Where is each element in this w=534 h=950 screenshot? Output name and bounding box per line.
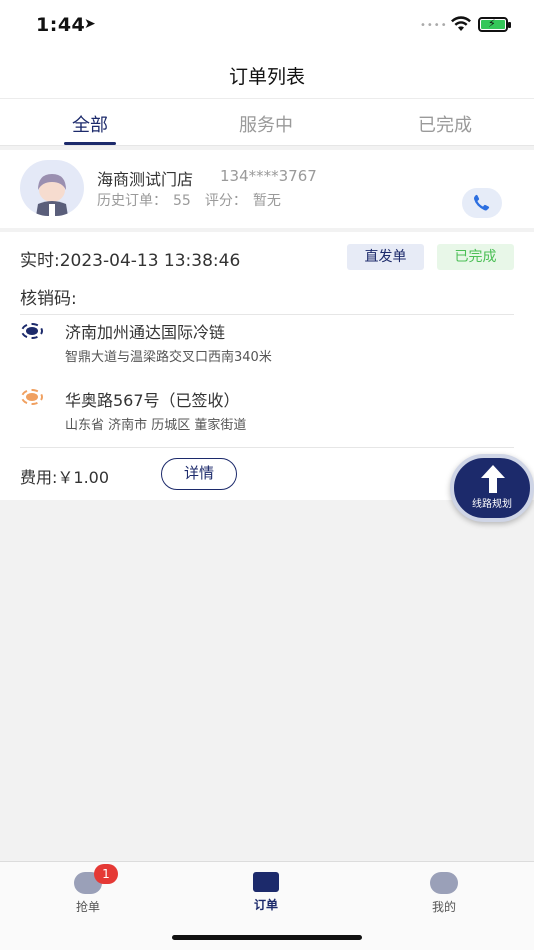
order-fee: 费用:￥1.00	[20, 468, 110, 487]
history-count: 55	[173, 193, 191, 209]
order-time: 实时:2023-04-13 13:38:46	[20, 251, 241, 271]
divider	[20, 447, 514, 448]
dropoff-address-title: 华奥路567号（已签收）	[65, 391, 240, 410]
order-card[interactable]: 实时:2023-04-13 13:38:46 直发单 已完成 核销码: 济南加州…	[0, 232, 534, 500]
dropoff-point-icon	[21, 389, 43, 405]
wifi-icon	[451, 16, 471, 31]
store-phone: 134****3767	[220, 167, 317, 185]
tabbar-label-mine: 我的	[431, 900, 456, 914]
order-tabs: 全部 服务中 已完成	[0, 98, 534, 146]
divider	[20, 314, 514, 315]
location-arrow-icon: ➤	[84, 16, 96, 32]
rating-value: 暂无	[252, 193, 281, 209]
pickup-point-icon	[21, 323, 43, 339]
route-planning-button[interactable]: 线路规划	[450, 454, 534, 522]
store-history: 历史订单： 55 评分： 暂无	[97, 190, 287, 210]
tabbar-label-grab: 抢单	[75, 900, 100, 914]
status-bar: 1:44 ➤ •••• ⚡	[0, 0, 534, 50]
page-title: 订单列表	[228, 66, 305, 88]
phone-icon	[474, 194, 490, 211]
call-button[interactable]	[462, 188, 502, 218]
arrow-up-icon	[481, 465, 505, 493]
cellular-signal-icon: ••••	[420, 20, 448, 31]
detail-button[interactable]: 详情	[161, 458, 237, 490]
avatar	[20, 160, 84, 216]
pickup-address-detail: 智鼎大道与温梁路交叉口西南340米	[65, 350, 272, 365]
battery-icon: ⚡	[478, 17, 511, 32]
tab-in-service[interactable]: 服务中	[206, 111, 326, 137]
tab-all[interactable]: 全部	[30, 111, 150, 137]
store-name: 海商测试门店	[97, 170, 194, 189]
rating-label: 评分：	[204, 193, 247, 209]
notification-badge: 1	[94, 864, 118, 884]
store-card: 海商测试门店 134****3767 历史订单： 55 评分： 暂无	[0, 150, 534, 228]
pickup-address-title: 济南加州通达国际冷链	[65, 323, 226, 342]
status-time: 1:44	[36, 14, 86, 36]
status-badge: 已完成	[437, 244, 514, 270]
history-label: 历史订单：	[97, 193, 167, 209]
route-planning-label: 线路规划	[472, 499, 512, 510]
order-type-badge: 直发单	[347, 244, 424, 270]
orders-icon	[253, 872, 279, 892]
tabbar-item-mine[interactable]: 我的	[404, 872, 484, 915]
tabbar-item-orders[interactable]: 订单	[226, 872, 306, 913]
home-indicator	[172, 935, 362, 940]
dropoff-address-detail: 山东省 济南市 历城区 董家街道	[65, 418, 247, 433]
verify-code-label: 核销码:	[20, 289, 77, 309]
nav-bar: 订单列表	[0, 50, 534, 98]
tab-completed[interactable]: 已完成	[385, 111, 505, 137]
profile-icon	[430, 872, 458, 894]
user-avatar-icon	[36, 174, 68, 216]
tabbar-label-orders: 订单	[253, 898, 278, 912]
active-tab-indicator	[64, 142, 116, 145]
